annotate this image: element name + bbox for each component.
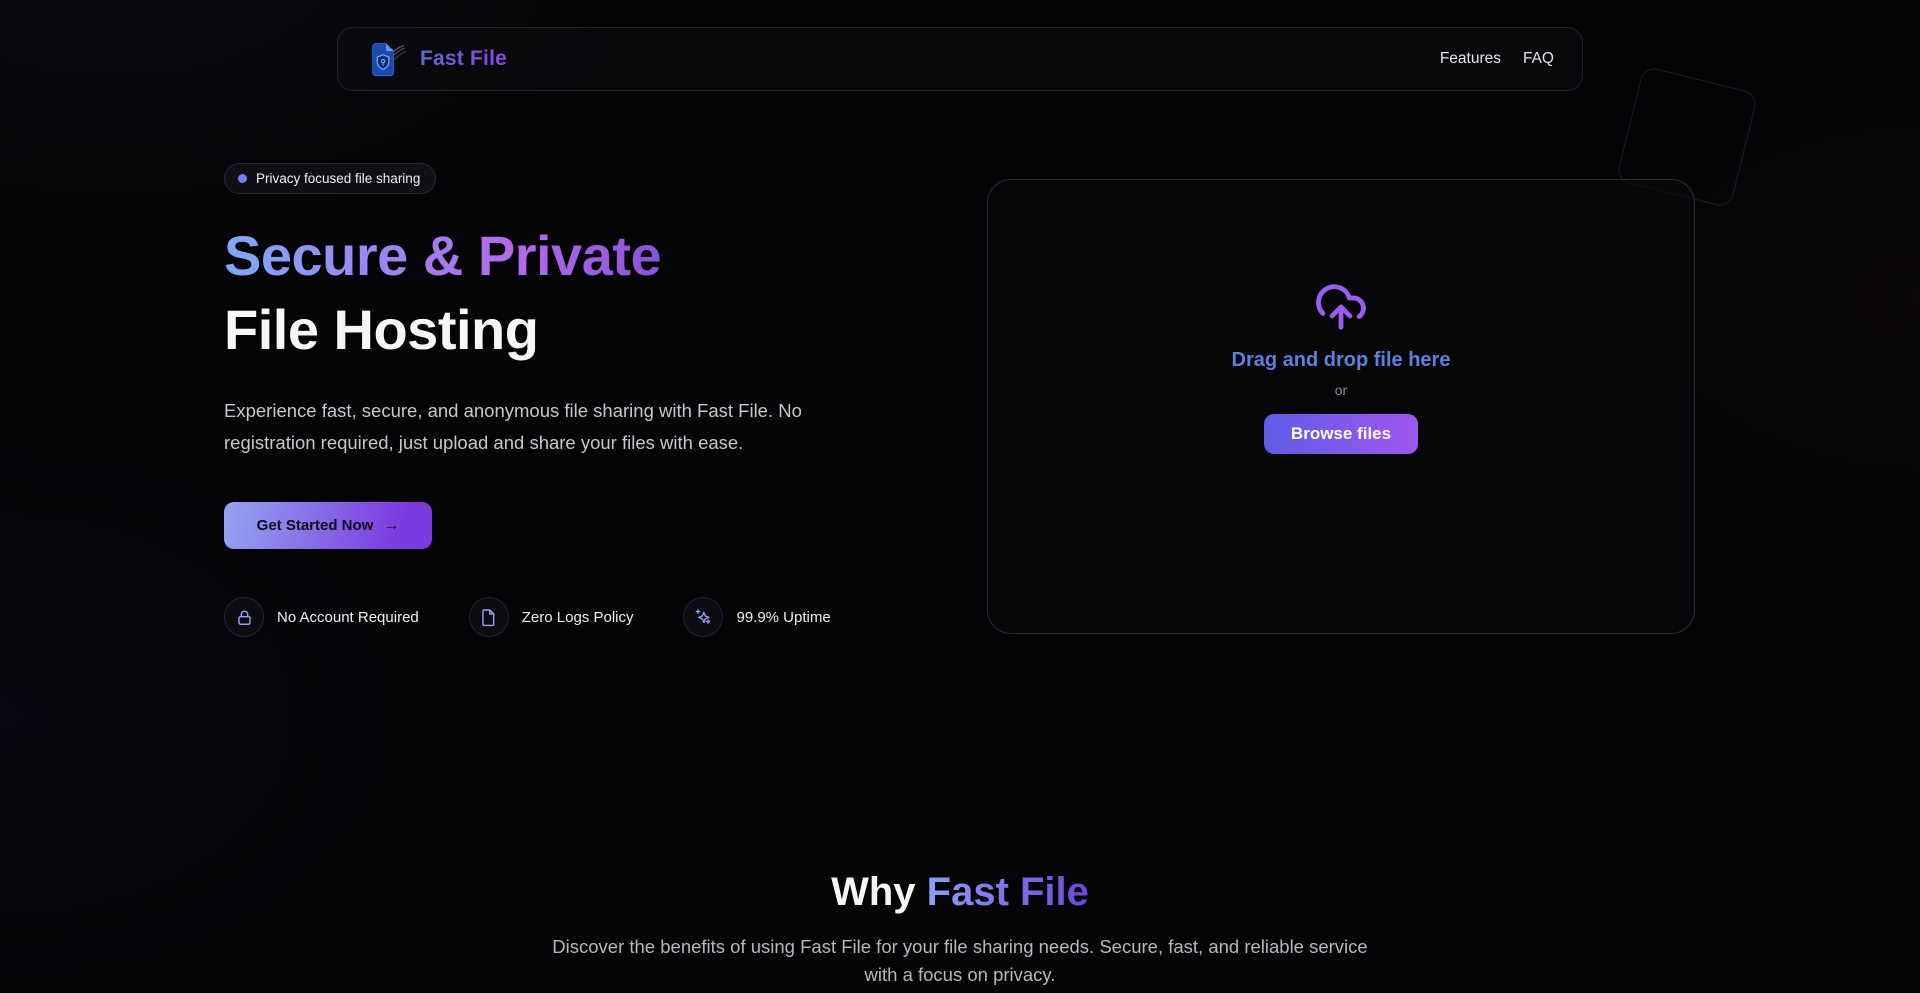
feature-label: No Account Required (277, 609, 419, 626)
lock-icon (224, 597, 264, 637)
browse-files-button[interactable]: Browse files (1264, 414, 1418, 454)
fast-file-logo-icon (366, 38, 406, 80)
sparkles-icon (683, 597, 723, 637)
badge-dot-icon (238, 174, 247, 183)
arrow-right-icon: → (383, 517, 399, 535)
navbar: Fast File Features FAQ (337, 27, 1583, 91)
why-subtitle: Discover the benefits of using Fast File… (545, 933, 1375, 989)
nav-link-features[interactable]: Features (1440, 50, 1501, 68)
why-section: Why Fast File Discover the benefits of u… (0, 870, 1920, 989)
why-title: Why Fast File (0, 870, 1920, 915)
feature-label: 99.9% Uptime (736, 609, 830, 626)
feature-no-account: No Account Required (224, 597, 419, 637)
page-title: Secure & Private File Hosting (224, 219, 844, 367)
feature-uptime: 99.9% Uptime (683, 597, 830, 637)
hero-description: Experience fast, secure, and anonymous f… (224, 395, 804, 459)
upload-dropzone[interactable]: Drag and drop file here or Browse files (987, 179, 1695, 634)
nav-link-faq[interactable]: FAQ (1523, 50, 1554, 68)
brand-name: Fast File (420, 47, 507, 71)
nav-links: Features FAQ (1440, 50, 1554, 68)
feature-label: Zero Logs Policy (522, 609, 634, 626)
get-started-label: Get Started Now (257, 517, 374, 534)
badge-label: Privacy focused file sharing (256, 171, 420, 186)
privacy-badge: Privacy focused file sharing (224, 163, 436, 194)
why-title-prefix: Why (831, 870, 927, 914)
cloud-upload-icon (1314, 280, 1368, 334)
why-title-highlight: Fast File (927, 870, 1089, 914)
drop-instruction: Drag and drop file here (1232, 349, 1451, 372)
feature-list: No Account Required Zero Logs Policy 99.… (224, 597, 844, 637)
document-icon (469, 597, 509, 637)
hero-section: Privacy focused file sharing Secure & Pr… (224, 163, 844, 637)
brand-logo[interactable]: Fast File (366, 38, 507, 80)
or-separator: or (1335, 382, 1347, 398)
feature-zero-logs: Zero Logs Policy (469, 597, 634, 637)
title-line-gradient: Secure & Private (224, 219, 844, 293)
get-started-button[interactable]: Get Started Now → (224, 502, 432, 549)
title-line-white: File Hosting (224, 293, 844, 367)
